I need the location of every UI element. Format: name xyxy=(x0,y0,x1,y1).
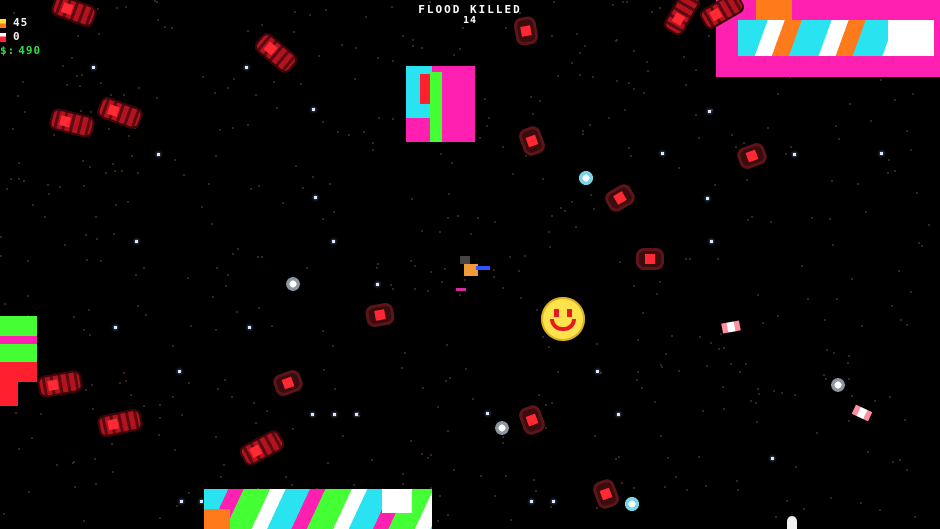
glitch-block-left xyxy=(0,316,37,406)
star xyxy=(617,413,620,416)
star xyxy=(706,197,709,200)
drone-enemy xyxy=(285,276,301,292)
star xyxy=(596,370,599,373)
star xyxy=(311,413,314,416)
smiley-face-enemy xyxy=(541,297,585,341)
star xyxy=(157,153,160,156)
star xyxy=(552,500,555,503)
white-orb-pickup xyxy=(787,516,797,529)
star xyxy=(135,240,138,243)
star xyxy=(180,500,183,503)
glitch-block-center xyxy=(406,66,475,142)
star xyxy=(880,152,883,155)
star xyxy=(114,326,117,329)
star xyxy=(376,283,379,286)
kill-counter-value: 14 xyxy=(462,15,478,26)
dollar-icon: $: xyxy=(0,44,16,57)
star xyxy=(661,152,664,155)
star xyxy=(530,500,533,503)
star xyxy=(486,412,489,415)
star xyxy=(710,240,713,243)
hud-lives-row: 0 xyxy=(0,30,41,44)
star xyxy=(355,413,358,416)
star xyxy=(312,108,315,111)
star xyxy=(314,196,317,199)
glitch-block-bottom xyxy=(204,489,432,529)
lives-icon xyxy=(0,32,6,42)
player-character xyxy=(456,256,492,296)
game-viewport[interactable]: 45 0 $: 490 FLOOD KILLED 14 xyxy=(0,0,940,529)
star xyxy=(200,500,203,503)
flood-pod xyxy=(636,248,664,270)
hud-money-row: $: 490 xyxy=(0,44,41,58)
lives-value: 0 xyxy=(13,30,21,43)
star xyxy=(178,370,181,373)
star xyxy=(333,413,336,416)
star xyxy=(248,326,251,329)
star xyxy=(793,153,796,156)
smiley-mouth xyxy=(550,319,576,331)
drone-enemy xyxy=(494,420,510,436)
star xyxy=(245,66,248,69)
player-head xyxy=(460,256,470,264)
player-gun xyxy=(476,266,490,270)
star xyxy=(708,110,711,113)
star xyxy=(332,240,335,243)
smiley-left-eye xyxy=(554,309,559,317)
star xyxy=(771,457,774,460)
player-thruster-trail xyxy=(456,288,466,291)
smiley-right-eye xyxy=(567,309,572,317)
kill-counter: FLOOD KILLED 14 xyxy=(0,4,940,26)
star xyxy=(92,66,95,69)
money-value: 490 xyxy=(18,44,42,57)
